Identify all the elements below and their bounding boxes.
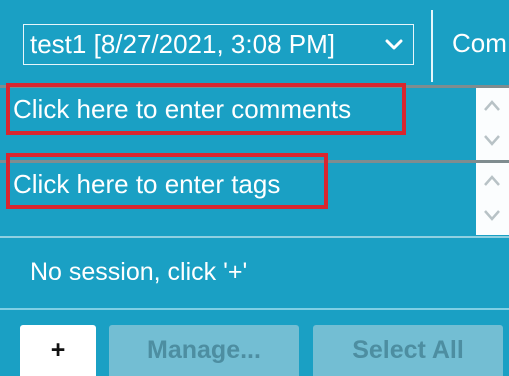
status-message: No session, click '+' [30,258,248,286]
tags-scrollbar[interactable] [476,163,509,235]
session-select-value: test1 [8/27/2021, 3:08 PM] [30,29,335,59]
manage-button[interactable]: Manage... [109,325,299,376]
tab-comments[interactable]: Com [452,28,507,59]
tags-highlight [6,153,328,209]
toolbar: test1 [8/27/2021, 3:08 PM] Com [0,0,509,85]
comments-scrollbar[interactable] [476,88,509,160]
chevron-down-icon[interactable] [482,205,502,225]
session-select[interactable]: test1 [8/27/2021, 3:08 PM] [23,24,414,65]
select-all-button[interactable]: Select All [313,325,503,376]
chevron-up-icon[interactable] [482,171,502,191]
divider [0,308,509,310]
chevron-up-icon[interactable] [482,96,502,116]
add-session-button[interactable]: + [20,325,96,376]
chevron-down-icon [383,34,405,56]
session-panel: test1 [8/27/2021, 3:08 PM] Com Click her… [0,0,509,376]
comments-highlight [6,83,406,135]
divider [0,236,509,238]
toolbar-divider [431,10,433,82]
chevron-down-icon[interactable] [482,130,502,150]
